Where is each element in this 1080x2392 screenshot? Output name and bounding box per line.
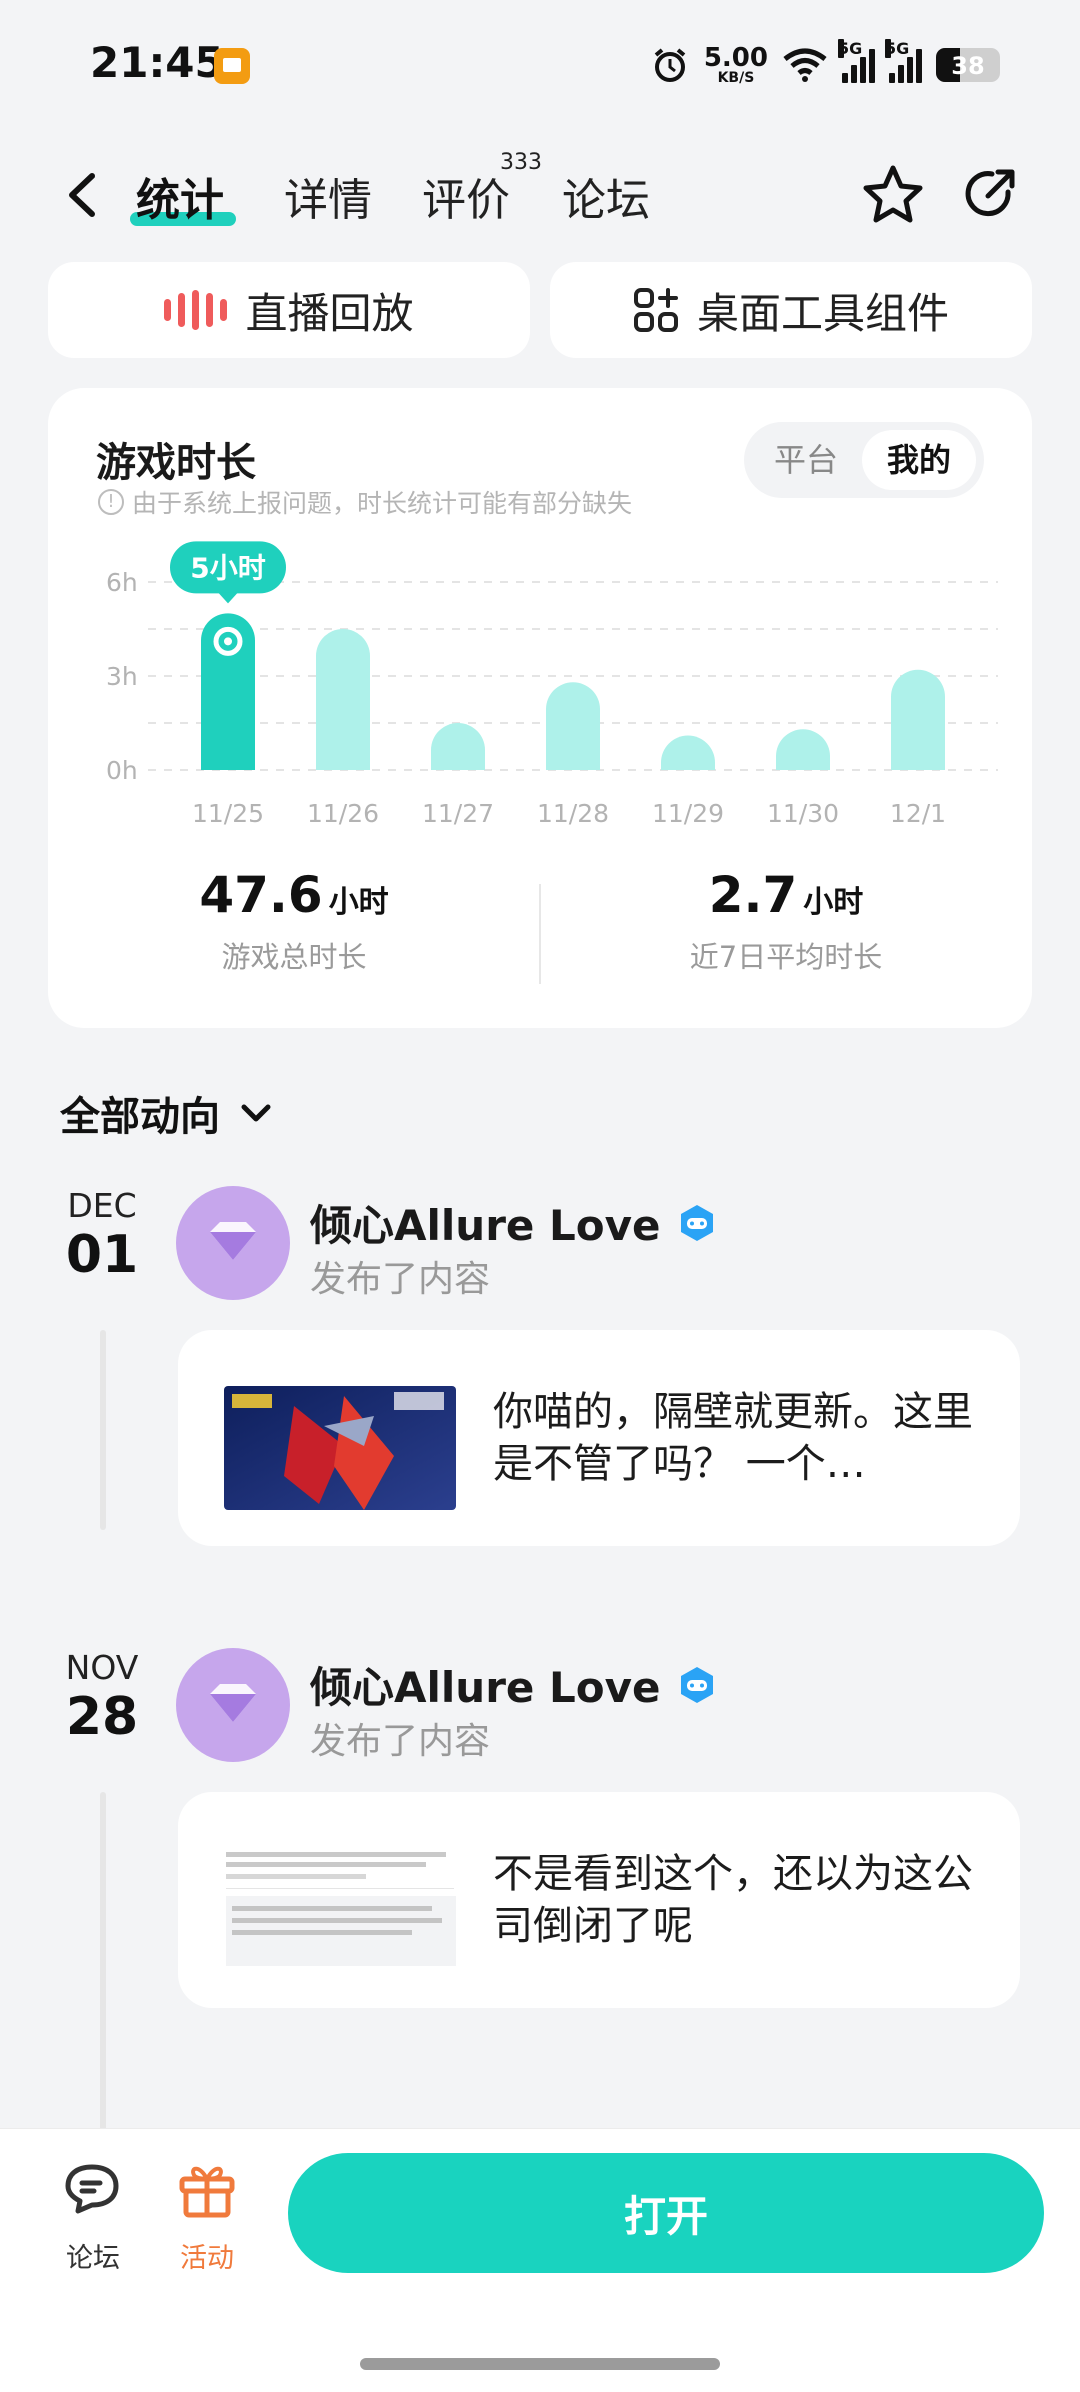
signal-icon: 5G [838,39,875,83]
app-notification-icon [214,48,250,84]
top-nav: 统计 详情 评价 333 论坛 [0,150,1080,240]
chart-y-tick-label: 6h [106,568,138,597]
post-date: NOV 28 [65,1648,139,1747]
battery-icon: 38 [936,48,1000,82]
avatar[interactable] [176,1648,290,1762]
desktop-widget-button[interactable]: 桌面工具组件 [550,262,1032,358]
chart-bar [776,729,830,770]
live-replay-button[interactable]: 直播回放 [48,262,530,358]
chart-x-tick-label: 11/26 [307,799,379,828]
status-bar: 21:45 5.00 KB/S 5G 5G 38 [0,0,1080,130]
chart-y-tick-label: 0h [106,756,138,785]
chart-tooltip-pointer [218,592,238,604]
bottom-bar: 论坛 活动 打开 [0,2128,1080,2392]
stats-summary: 47.6 小时 游戏总时长 2.7 小时 近7日平均时长 [48,866,1032,1006]
card-title: 游戏时长 [96,440,256,486]
chart-bar [891,669,945,770]
chart-x-tick-label: 12/1 [890,799,946,828]
diamond-icon [210,1684,256,1722]
post-card[interactable]: 不是看到这个，还以为这公司倒闭了呢 [178,1792,1020,2008]
post-thumbnail-image [224,1386,456,1510]
chart-x-tick-label: 11/29 [652,799,724,828]
audio-wave-icon [164,290,228,330]
info-icon: ! [98,489,124,515]
wifi-icon [783,48,827,82]
nav-activity[interactable]: 活动 [152,2159,262,2275]
home-indicator[interactable] [360,2358,720,2370]
scope-toggle: 平台 我的 [744,422,984,498]
star-icon[interactable] [858,160,928,230]
chart-bar [431,723,485,770]
chart-y-tick-label: 3h [106,662,138,691]
play-time-chart: 0h 3h 6h 11/25 5小时 11/26 11/27 11/28 11/29 11/30 1… [106,541,998,828]
alarm-icon [654,48,686,82]
post-text: 不是看到这个，还以为这公司倒闭了呢 [493,1851,973,1949]
chevron-down-icon [241,1104,271,1122]
tab-forum[interactable]: 论坛 [562,164,650,228]
play-time-card: 游戏时长 ! 由于系统上报问题，时长统计可能有部分缺失 平台 我的 0h 3h 6h… [48,388,1032,1028]
back-arrow-icon[interactable] [60,170,104,220]
post-action: 发布了内容 [310,1721,491,1762]
status-icons: 5.00 KB/S 5G 5G 38 [650,39,1000,90]
tab-stats[interactable]: 统计 [136,164,224,228]
tab-details[interactable]: 详情 [284,164,372,228]
chart-x-tick-label: 11/30 [767,799,839,828]
gamepad-badge-icon [680,1666,713,1703]
post-card[interactable]: 你喵的，隔壁就更新。这里是不管了吗？ 一个… [178,1330,1020,1546]
gamepad-badge-icon [680,1204,713,1241]
open-button[interactable]: 打开 [288,2153,1044,2273]
share-icon[interactable] [958,162,1022,226]
chart-bar [316,629,370,770]
nav-forum[interactable]: 论坛 [38,2159,148,2275]
timeline-line [100,1330,106,1530]
chart-bar [201,613,255,770]
chart-tooltip-label: 5小时 [190,551,265,584]
live-replay-label: 直播回放 [245,288,414,338]
desktop-widget-label: 桌面工具组件 [696,288,949,338]
widgets-icon [633,288,678,332]
quick-actions: 直播回放 桌面工具组件 [48,262,1032,358]
username[interactable]: 倾心Allure Love [310,1654,717,1715]
post-thumbnail-image [224,1848,456,1972]
feed-filter[interactable]: 全部动向 [60,1084,274,1142]
chart-bar [546,682,600,770]
toggle-mine[interactable]: 我的 [862,430,976,490]
diamond-icon [210,1222,256,1260]
chart-x-tick-label: 11/28 [537,799,609,828]
average-time-stat: 2.7 小时 近7日平均时长 [689,866,883,974]
avatar[interactable] [176,1186,290,1300]
tab-reviews[interactable]: 评价 [422,164,510,228]
feed-filter-label: 全部动向 [60,1094,220,1140]
signal-icon: 5G [885,39,922,83]
network-speed: 5.00 KB/S [703,43,768,86]
toggle-platform[interactable]: 平台 [756,430,856,490]
username[interactable]: 倾心Allure Love [310,1192,717,1253]
chart-highlight-dot [224,637,232,646]
post-action: 发布了内容 [310,1259,491,1300]
gift-icon [179,2166,235,2218]
status-time: 21:45 [90,38,224,87]
total-time-stat: 47.6 小时 游戏总时长 [199,866,389,974]
timeline-line [100,1792,106,2132]
reviews-count-badge: 333 [500,150,542,175]
chart-x-tick-label: 11/25 [192,799,264,828]
chart-bar [661,735,715,770]
chart-x-tick-label: 11/27 [422,799,494,828]
card-note: ! 由于系统上报问题，时长统计可能有部分缺失 [98,484,632,520]
post-text: 你喵的，隔壁就更新。这里是不管了吗？ 一个… [493,1389,973,1487]
forum-chat-icon [65,2164,119,2214]
post-date: DEC 01 [65,1186,139,1285]
